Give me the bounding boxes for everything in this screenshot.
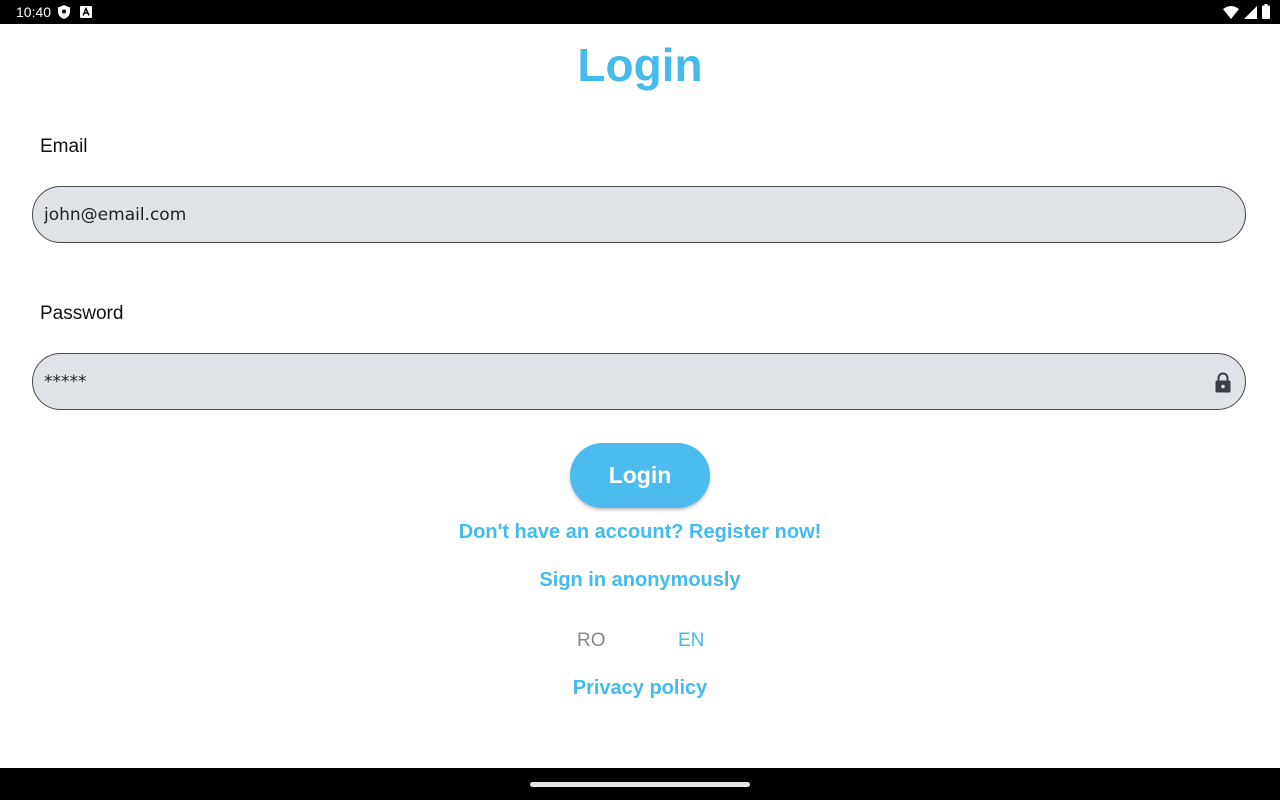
- wifi-icon: [1223, 5, 1239, 19]
- signal-icon: [1244, 5, 1257, 19]
- page-title: Login: [577, 39, 703, 91]
- password-label: Password: [40, 303, 124, 324]
- status-left-icons: [58, 5, 92, 19]
- navigation-bar: [0, 768, 1280, 800]
- sign-in-anonymously-link[interactable]: Sign in anonymously: [0, 569, 1280, 592]
- status-bar: 10:40: [0, 0, 1280, 24]
- email-input[interactable]: [44, 187, 1204, 242]
- status-right-icons: [1223, 4, 1270, 19]
- shield-icon: [58, 5, 70, 19]
- autofill-icon: [80, 6, 92, 18]
- register-link[interactable]: Don't have an account? Register now!: [0, 521, 1280, 544]
- password-field[interactable]: [32, 353, 1246, 410]
- language-option-en[interactable]: EN: [678, 630, 704, 652]
- battery-icon: [1262, 4, 1270, 19]
- password-input[interactable]: [44, 354, 1204, 409]
- privacy-policy-link[interactable]: Privacy policy: [0, 677, 1280, 700]
- status-time: 10:40: [16, 4, 52, 20]
- login-screen: 10:40 Login Email john@email.com Passwor…: [0, 0, 1280, 800]
- email-label: Email: [40, 136, 88, 157]
- login-button[interactable]: Login: [570, 443, 710, 508]
- home-gesture-handle[interactable]: [530, 782, 750, 787]
- language-option-ro[interactable]: RO: [577, 630, 606, 652]
- lock-icon[interactable]: [1214, 372, 1232, 393]
- email-field[interactable]: [32, 186, 1246, 243]
